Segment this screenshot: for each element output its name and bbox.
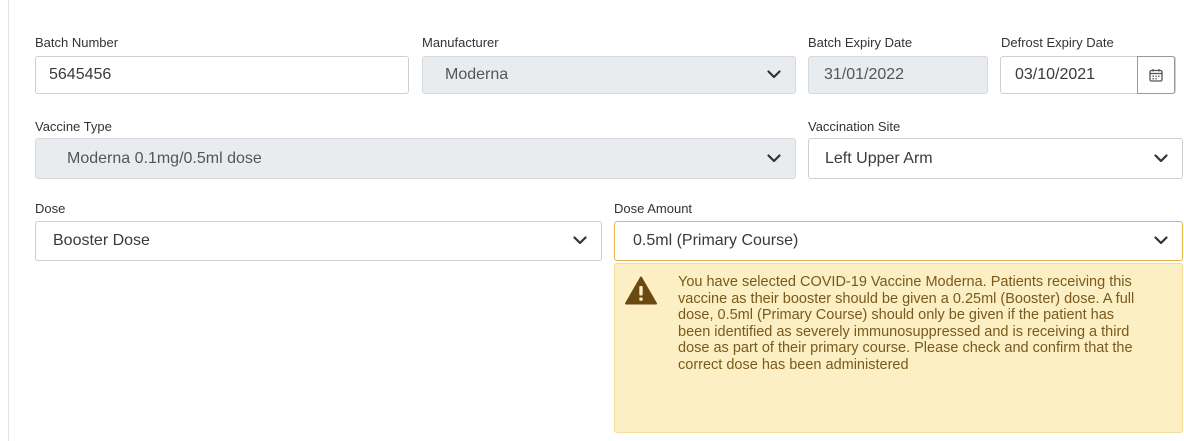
calendar-icon bbox=[1149, 69, 1163, 82]
defrost-expiry-label: Defrost Expiry Date bbox=[1001, 35, 1114, 50]
dose-amount-select[interactable]: 0.5ml (Primary Course) bbox=[614, 221, 1183, 261]
dose-label: Dose bbox=[35, 201, 66, 216]
chevron-down-icon bbox=[767, 70, 781, 79]
batch-expiry-value: 31/01/2022 bbox=[824, 66, 905, 83]
left-divider bbox=[8, 0, 9, 441]
dose-select[interactable]: Booster Dose bbox=[35, 221, 602, 261]
vaccine-type-select[interactable]: Moderna 0.1mg/0.5ml dose bbox=[35, 138, 796, 179]
chevron-down-icon bbox=[767, 153, 781, 162]
defrost-expiry-input[interactable]: 03/10/2021 bbox=[1000, 56, 1176, 94]
dose-amount-label: Dose Amount bbox=[614, 201, 693, 216]
vaccination-site-select[interactable]: Left Upper Arm bbox=[808, 138, 1183, 179]
batch-expiry-input[interactable]: 31/01/2022 bbox=[808, 56, 988, 94]
batch-number-input[interactable]: 5645456 bbox=[35, 56, 409, 94]
calendar-button[interactable] bbox=[1137, 56, 1175, 94]
chevron-down-icon bbox=[1154, 236, 1168, 245]
vaccine-type-label: Vaccine Type bbox=[35, 119, 112, 134]
chevron-down-icon bbox=[1154, 153, 1168, 162]
manufacturer-value: Moderna bbox=[445, 66, 509, 83]
manufacturer-select[interactable]: Moderna bbox=[422, 56, 796, 94]
vaccination-site-value: Left Upper Arm bbox=[825, 149, 933, 167]
manufacturer-label: Manufacturer bbox=[422, 35, 499, 50]
warning-triangle-icon bbox=[625, 276, 657, 305]
warning-message: You have selected COVID-19 Vaccine Moder… bbox=[678, 274, 1135, 373]
dose-value: Booster Dose bbox=[53, 232, 150, 249]
dose-amount-value: 0.5ml (Primary Course) bbox=[633, 232, 799, 249]
batch-number-label: Batch Number bbox=[35, 35, 119, 50]
chevron-down-icon bbox=[573, 236, 587, 245]
batch-expiry-label: Batch Expiry Date bbox=[808, 35, 913, 50]
batch-number-value: 5645456 bbox=[49, 66, 112, 83]
vaccine-type-value: Moderna 0.1mg/0.5ml dose bbox=[67, 149, 262, 167]
dose-warning-alert: You have selected COVID-19 Vaccine Moder… bbox=[614, 263, 1183, 433]
vaccination-site-label: Vaccination Site bbox=[808, 119, 901, 134]
